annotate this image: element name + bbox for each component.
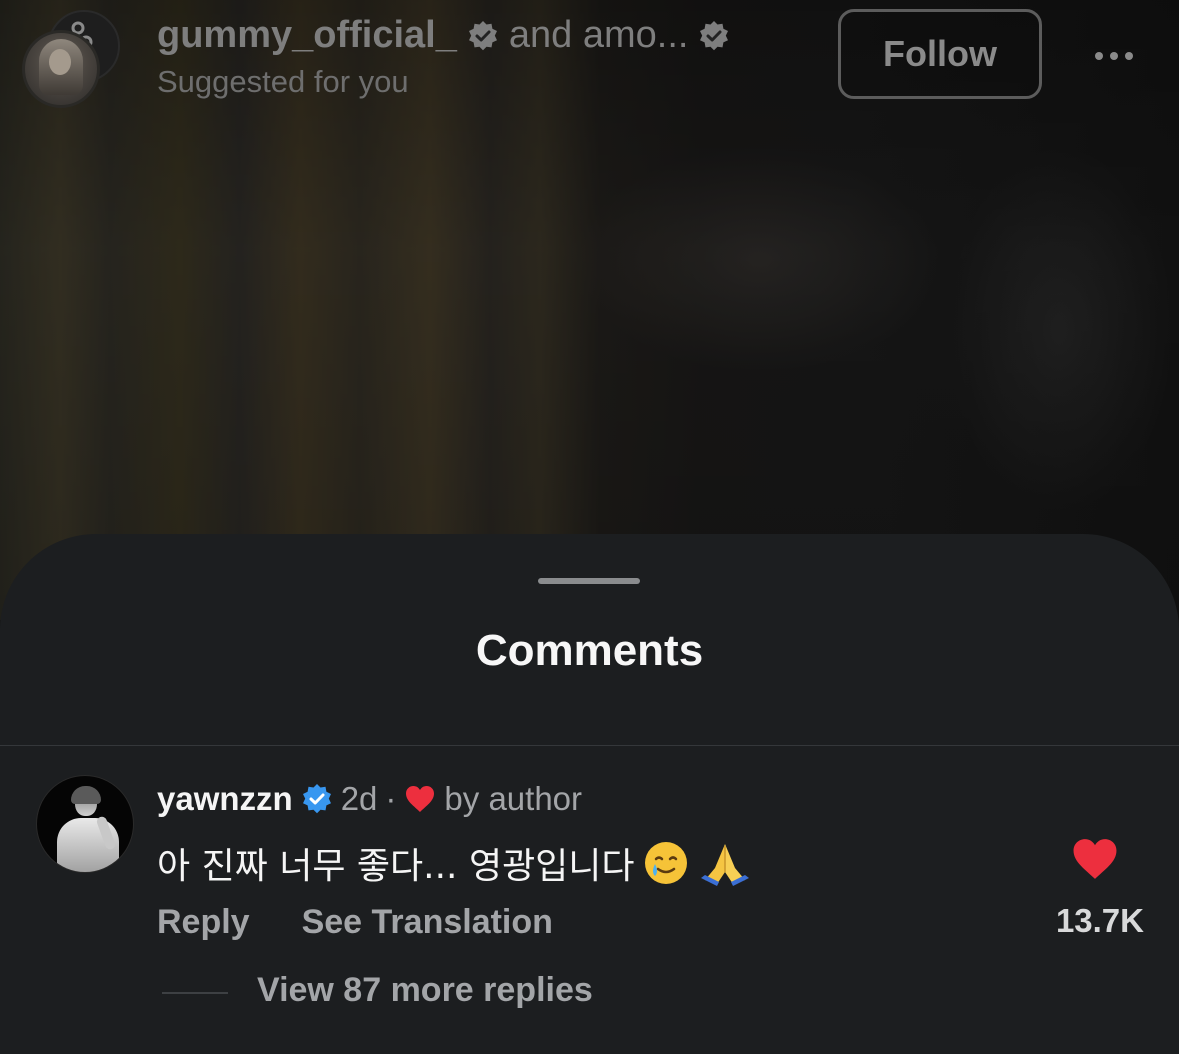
follow-button[interactable]: Follow bbox=[838, 9, 1042, 99]
account-username[interactable]: gummy_official_ bbox=[157, 14, 457, 57]
heart-icon bbox=[404, 784, 436, 814]
liked-by-author-label: by author bbox=[444, 780, 583, 817]
folded-hands-icon bbox=[697, 838, 749, 888]
comment-actions: Reply See Translation bbox=[157, 900, 553, 944]
view-replies-button[interactable]: View 87 more replies bbox=[257, 971, 593, 1015]
account-avatar bbox=[22, 30, 100, 108]
more-options-icon[interactable] bbox=[1084, 36, 1144, 76]
comment-meta: yawnzzn 2d · by author bbox=[157, 777, 582, 821]
like-count: 13.7K bbox=[1055, 902, 1144, 939]
verified-badge-icon bbox=[301, 783, 333, 815]
comment-text: 아 진짜 너무 좋다... 영광입니다 bbox=[157, 846, 635, 887]
replies-divider bbox=[162, 992, 228, 994]
verified-badge-icon bbox=[698, 19, 730, 51]
sheet-title: Comments bbox=[475, 626, 704, 675]
sheet-divider bbox=[0, 745, 1179, 746]
post-accounts: gummy_official_ and amo... bbox=[157, 12, 730, 58]
verified-badge-icon bbox=[467, 19, 499, 51]
smiling-face-with-tear-icon bbox=[641, 838, 691, 888]
see-translation-button[interactable]: See Translation bbox=[302, 903, 553, 942]
meta-separator: · bbox=[385, 780, 397, 817]
post-header: gummy_official_ and amo... Suggested for… bbox=[0, 0, 1179, 120]
sheet-drag-handle[interactable] bbox=[538, 578, 640, 584]
like-heart-icon[interactable] bbox=[1068, 834, 1122, 884]
comment-age: 2d bbox=[340, 780, 378, 817]
commenter-avatar[interactable] bbox=[36, 775, 134, 873]
comments-sheet: Comments yawnzzn 2d · by author 아 진짜 너무 … bbox=[0, 534, 1179, 1054]
collab-avatars[interactable] bbox=[22, 8, 122, 108]
suggested-label: Suggested for you bbox=[157, 64, 409, 99]
reply-button[interactable]: Reply bbox=[157, 903, 250, 942]
commenter-username[interactable]: yawnzzn bbox=[157, 780, 293, 818]
coauthor-text[interactable]: and amo... bbox=[509, 14, 689, 57]
comment-body: 아 진짜 너무 좋다... 영광입니다 bbox=[157, 838, 749, 888]
